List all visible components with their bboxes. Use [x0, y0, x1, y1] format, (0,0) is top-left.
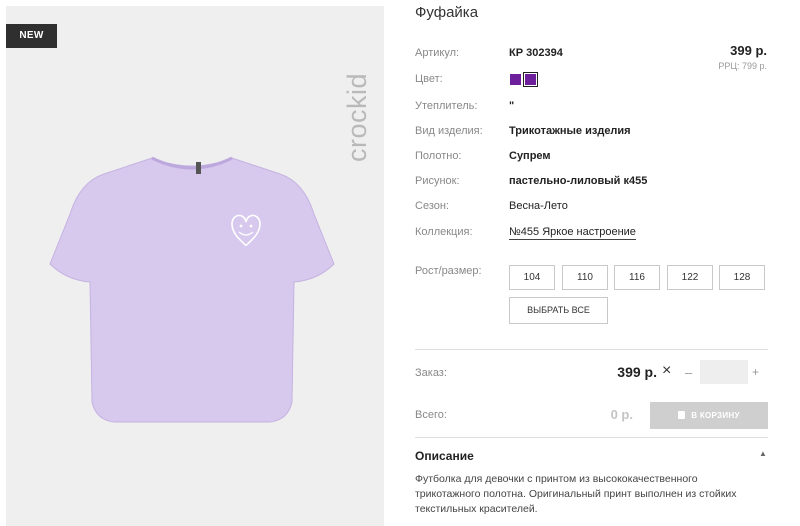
- quantity-increase-button[interactable]: +: [752, 365, 759, 379]
- attr-label-collection: Коллекция:: [415, 226, 473, 238]
- new-badge: NEW: [6, 24, 57, 48]
- total-label: Всего:: [415, 409, 447, 421]
- size-option-122[interactable]: 122: [667, 265, 713, 290]
- product-title: Фуфайка: [415, 4, 479, 21]
- color-swatch[interactable]: [510, 74, 521, 85]
- select-all-sizes-button[interactable]: ВЫБРАТЬ ВСЕ: [509, 297, 608, 324]
- size-option-104[interactable]: 104: [509, 265, 555, 290]
- attr-label-article: Артикул:: [415, 47, 460, 59]
- description-title[interactable]: Описание: [415, 449, 474, 463]
- total-price: 0 р.: [610, 407, 633, 422]
- order-price: 399 р.: [617, 364, 657, 380]
- times-icon: ×: [662, 362, 672, 379]
- brand-logo: crockid: [342, 73, 372, 162]
- size-option-116[interactable]: 116: [614, 265, 660, 290]
- divider: [415, 349, 768, 350]
- attr-label-product-type: Вид изделия:: [415, 125, 483, 137]
- color-swatch-selected[interactable]: [523, 72, 538, 87]
- product-image[interactable]: NEW crockid: [6, 6, 384, 526]
- size-option-110[interactable]: 110: [562, 265, 608, 290]
- description-text: Футболка для девочки с принтом из высоко…: [415, 473, 737, 515]
- divider: [415, 437, 768, 438]
- tshirt-illustration: [49, 156, 335, 423]
- attr-label-season: Сезон:: [415, 200, 449, 212]
- size-label: Рост/размер:: [415, 265, 482, 277]
- attr-value-product-type: Трикотажные изделия: [509, 125, 631, 137]
- add-to-cart-label: В КОРЗИНУ: [691, 411, 740, 420]
- attr-label-color: Цвет:: [415, 73, 443, 85]
- attr-label-insulation: Утеплитель:: [415, 100, 478, 112]
- chevron-up-icon[interactable]: ▲: [759, 449, 767, 458]
- attr-value-season: Весна-Лето: [509, 200, 568, 212]
- bag-icon: [678, 411, 686, 419]
- attr-value-article: КР 302394: [509, 47, 563, 59]
- attr-value-fabric: Супрем: [509, 150, 551, 162]
- brand-logo-text: crockid: [342, 73, 372, 162]
- order-label: Заказ:: [415, 367, 447, 379]
- attr-value-insulation: ": [509, 100, 515, 112]
- quantity-input[interactable]: [700, 360, 748, 384]
- product-rrp: РРЦ: 799 р.: [718, 61, 767, 71]
- quantity-decrease-button[interactable]: –: [685, 365, 692, 380]
- collection-link[interactable]: №455 Яркое настроение: [509, 226, 636, 240]
- product-price: 399 р.: [730, 43, 767, 58]
- size-option-128[interactable]: 128: [719, 265, 765, 290]
- attr-label-pattern: Рисунок:: [415, 175, 460, 187]
- add-to-cart-button[interactable]: В КОРЗИНУ: [650, 402, 768, 429]
- attr-value-pattern: пастельно-лиловый к455: [509, 175, 648, 187]
- attr-label-fabric: Полотно:: [415, 150, 462, 162]
